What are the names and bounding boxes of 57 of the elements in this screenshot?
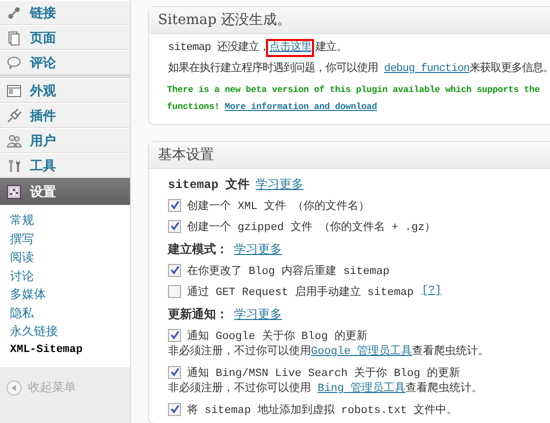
menu-item[interactable]: 设置 bbox=[0, 178, 130, 205]
option-label: 通知 Bing/MSN Live Search 关于你 Blog 的更新 bbox=[187, 366, 460, 380]
notice-text: There is a new beta version of this plugin available which supports the functions! More information and download bbox=[167, 84, 541, 114]
option-label: 创建一个 XML 文件 （你的文件名） bbox=[187, 198, 370, 212]
option-label: 通过 GET Request 启用手动建立 sitemap bbox=[187, 284, 414, 298]
checkbox[interactable] bbox=[168, 328, 181, 342]
text-link[interactable]: More information and download bbox=[224, 102, 378, 112]
menu-item[interactable]: 插件 bbox=[0, 103, 130, 128]
plug-icon bbox=[6, 108, 22, 124]
menu-item[interactable]: 页面 bbox=[0, 25, 130, 50]
sliders-icon bbox=[6, 184, 22, 200]
window-icon bbox=[6, 82, 22, 98]
submenu-item[interactable]: 常规 bbox=[10, 211, 130, 230]
notice-text: 如果在执行建立程序时遇到问题，你可以使用 debug function来获取更多信息。 bbox=[168, 61, 550, 77]
checkbox[interactable] bbox=[168, 402, 181, 416]
submenu-item[interactable]: 撰写 bbox=[10, 230, 130, 248]
learn-more-link[interactable]: 学习更多 bbox=[234, 240, 282, 258]
text-link[interactable]: Google 管理员工具 bbox=[311, 346, 412, 358]
submenu-item[interactable]: 阅读 bbox=[10, 248, 130, 266]
checkbox[interactable] bbox=[168, 220, 181, 232]
users-icon bbox=[6, 132, 22, 148]
option-note: 非必须注册，不过你可以使用 Bing 管理员工具查看爬虫统计。 bbox=[168, 381, 484, 397]
option-label: 在你更改了 Blog 内容后重建 sitemap bbox=[187, 264, 390, 278]
checkbox[interactable] bbox=[168, 198, 181, 212]
text-link[interactable]: 点击这里 bbox=[269, 42, 312, 54]
box-title: Sitemap 还没生成。 bbox=[149, 7, 550, 34]
submenu-item[interactable]: 永久链接 bbox=[10, 322, 130, 340]
learn-more-link[interactable]: 学习更多 bbox=[256, 176, 304, 192]
submenu-item[interactable]: 讨论 bbox=[10, 266, 130, 285]
text-link[interactable]: Bing 管理员工具 bbox=[318, 383, 406, 395]
section-heading: 更新通知： bbox=[168, 306, 228, 322]
menu-item[interactable]: 工具 bbox=[0, 153, 130, 178]
option-note: 非必须注册，不过你可以使用Google 管理员工具查看爬虫统计。 bbox=[168, 344, 490, 360]
menu-item[interactable]: 外观 bbox=[0, 78, 130, 103]
menu-item[interactable]: 用户 bbox=[0, 128, 130, 153]
checkbox[interactable] bbox=[168, 264, 181, 276]
option-label: 通知 Google 关于你 Blog 的更新 bbox=[187, 328, 368, 342]
option-label: 将 sitemap 地址添加到虚拟 robots.txt 文件中。 bbox=[187, 402, 458, 416]
box-title: 基本设置 bbox=[149, 142, 550, 169]
menu-item[interactable]: 链接 bbox=[0, 0, 130, 25]
submenu-item[interactable]: XML-Sitemap bbox=[10, 340, 130, 359]
help-link[interactable]: [?] bbox=[422, 285, 442, 297]
learn-more-link[interactable]: 学习更多 bbox=[234, 306, 282, 322]
submenu-item[interactable]: 隐私 bbox=[10, 304, 130, 322]
submenu-item[interactable]: 多媒体 bbox=[10, 285, 130, 304]
option-label: 创建一个 gzipped 文件 （你的文件名 + .gz） bbox=[187, 220, 436, 234]
menu-item[interactable]: 评论 bbox=[0, 50, 130, 75]
section-heading: 建立模式： bbox=[168, 242, 228, 258]
speech-bubble-icon bbox=[6, 54, 22, 70]
checkbox[interactable] bbox=[168, 284, 181, 298]
checkbox[interactable] bbox=[168, 366, 181, 378]
pages-icon bbox=[6, 30, 22, 46]
link-icon bbox=[6, 4, 22, 20]
notice-text: sitemap 还没建立，点击这里 建立。 bbox=[168, 40, 550, 57]
text-link[interactable]: debug function bbox=[384, 63, 470, 75]
tools-icon bbox=[6, 158, 22, 174]
section-heading: sitemap 文件 bbox=[168, 176, 250, 192]
